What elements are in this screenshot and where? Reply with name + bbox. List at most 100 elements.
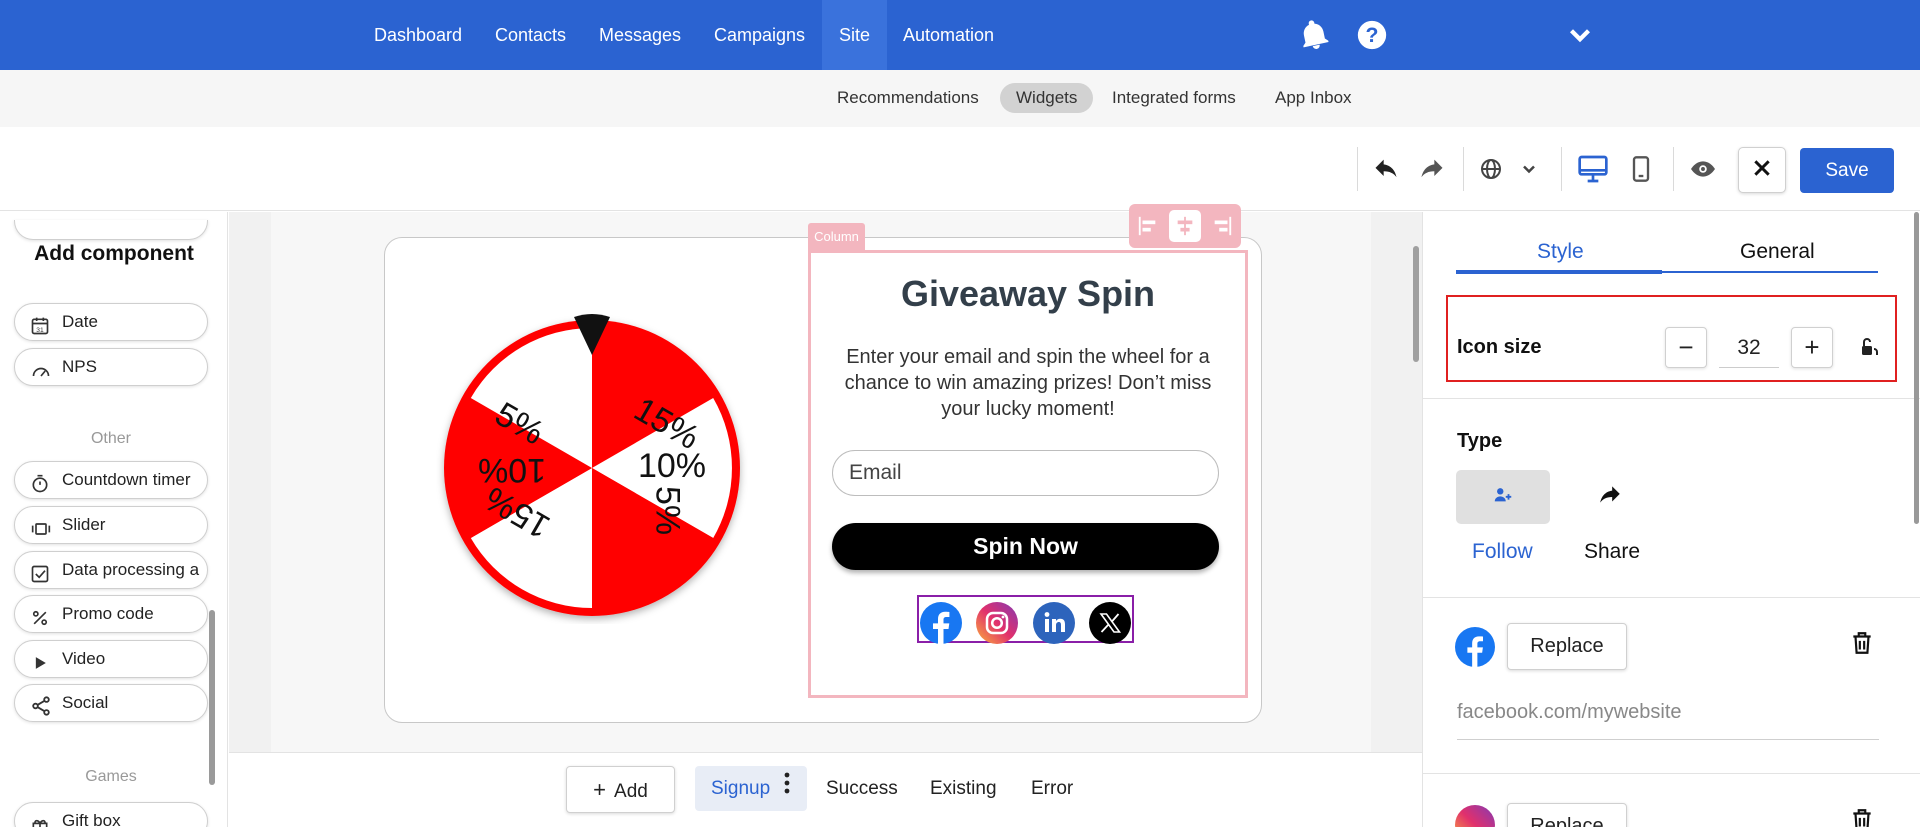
- toolbar-divider: [1561, 147, 1562, 191]
- toolbar-divider: [1463, 147, 1464, 191]
- bell-icon[interactable]: [1297, 18, 1331, 52]
- plus-icon: +: [593, 777, 607, 802]
- component-label: Date: [62, 312, 98, 331]
- desktop-icon[interactable]: [1573, 149, 1613, 189]
- tab-general[interactable]: General: [1740, 240, 1815, 264]
- component-label: NPS: [62, 357, 97, 376]
- subnav-app-inbox[interactable]: App Inbox: [1275, 83, 1352, 113]
- page-tab-error[interactable]: Error: [1031, 766, 1073, 811]
- page-tab-existing[interactable]: Existing: [930, 766, 997, 811]
- social-icons-block[interactable]: [917, 595, 1134, 644]
- component-gift-box[interactable]: Gift box: [14, 802, 208, 827]
- align-center-icon[interactable]: [1169, 210, 1201, 242]
- panel-title: Add component: [34, 242, 194, 265]
- icon-size-input[interactable]: 32: [1719, 327, 1779, 368]
- type-share-label[interactable]: Share: [1584, 540, 1640, 564]
- svg-text:?: ?: [1366, 23, 1379, 47]
- scrollbar[interactable]: [1914, 212, 1919, 524]
- section-divider: [1423, 597, 1920, 598]
- mobile-icon[interactable]: [1621, 149, 1661, 189]
- component-nps[interactable]: NPS: [14, 348, 208, 386]
- type-follow-label[interactable]: Follow: [1472, 540, 1533, 564]
- type-label: Type: [1457, 430, 1503, 452]
- add-page-label: Add: [614, 781, 648, 802]
- page-tab-label: Signup: [711, 778, 771, 799]
- popup-description[interactable]: Enter your email and spin the wheel for …: [832, 344, 1224, 422]
- close-icon: [1752, 158, 1772, 183]
- trash-icon[interactable]: [1849, 629, 1875, 657]
- component-slider[interactable]: Slider: [14, 506, 208, 544]
- save-button[interactable]: Save: [1800, 148, 1894, 193]
- replace-button[interactable]: Replace: [1507, 623, 1627, 670]
- component-label: Countdown timer: [62, 470, 191, 489]
- percent-icon: [30, 605, 50, 626]
- url-underline: [1457, 739, 1879, 740]
- checkbox-icon: [30, 561, 50, 583]
- component-label: Data processing a: [62, 560, 200, 579]
- facebook-icon[interactable]: [920, 602, 962, 644]
- nav-messages[interactable]: Messages: [599, 0, 681, 70]
- decrement-button[interactable]: −: [1665, 327, 1707, 368]
- top-navigation: Dashboard Contacts Messages Campaigns Si…: [0, 0, 1920, 70]
- type-follow-option[interactable]: [1456, 470, 1550, 524]
- section-divider: [1423, 773, 1920, 774]
- help-icon[interactable]: ?: [1355, 18, 1389, 52]
- chevron-down-icon[interactable]: [1563, 18, 1597, 52]
- instagram-icon[interactable]: [976, 602, 1018, 644]
- increment-button[interactable]: +: [1791, 327, 1833, 368]
- nav-site[interactable]: Site: [822, 0, 888, 70]
- kebab-menu-icon[interactable]: [783, 766, 791, 811]
- svg-text:31: 31: [36, 327, 44, 334]
- component-video[interactable]: Video: [14, 640, 208, 678]
- align-right-icon[interactable]: [1206, 210, 1238, 242]
- component-promo-code[interactable]: Promo code: [14, 595, 208, 633]
- facebook-icon: [1455, 627, 1495, 667]
- close-button[interactable]: [1738, 147, 1786, 193]
- nav-dashboard[interactable]: Dashboard: [374, 0, 462, 70]
- nav-automation[interactable]: Automation: [903, 0, 994, 70]
- component-social[interactable]: Social: [14, 684, 208, 722]
- column-tag[interactable]: Column: [808, 223, 865, 250]
- lock-ratio-icon[interactable]: [1858, 335, 1882, 359]
- component-data-processing[interactable]: Data processing a: [14, 551, 208, 589]
- align-left-icon[interactable]: [1132, 210, 1164, 242]
- page-tab-success[interactable]: Success: [826, 766, 898, 811]
- tab-style[interactable]: Style: [1537, 240, 1584, 264]
- nav-contacts[interactable]: Contacts: [495, 0, 566, 70]
- component-item-cutoff[interactable]: [14, 220, 208, 240]
- eye-icon[interactable]: [1683, 149, 1723, 189]
- subnav-recommendations[interactable]: Recommendations: [837, 83, 979, 113]
- page-tab-signup[interactable]: Signup: [695, 766, 808, 811]
- popup-title[interactable]: Giveaway Spin: [808, 273, 1248, 315]
- facebook-url-field[interactable]: facebook.com/mywebsite: [1457, 701, 1682, 724]
- scrollbar[interactable]: [209, 610, 215, 785]
- email-field[interactable]: Email: [832, 450, 1219, 496]
- component-label: Social: [62, 693, 109, 712]
- component-countdown-timer[interactable]: Countdown timer: [14, 461, 208, 499]
- chevron-down-icon[interactable]: [1509, 149, 1549, 189]
- undo-icon[interactable]: [1366, 149, 1406, 189]
- spin-wheel[interactable]: 5% 10% 15% 5% 10% 15%: [436, 312, 748, 624]
- component-label: Gift box: [62, 811, 121, 827]
- replace-button[interactable]: Replace: [1507, 803, 1627, 827]
- linkedin-icon[interactable]: [1033, 602, 1075, 644]
- type-share-option[interactable]: [1563, 470, 1657, 524]
- x-icon[interactable]: [1089, 602, 1131, 644]
- nav-campaigns[interactable]: Campaigns: [714, 0, 805, 70]
- component-panel: Add component 31 Date NPS Other Countdow…: [0, 212, 228, 827]
- sub-navigation: Recommendations Widgets Integrated forms…: [0, 70, 1920, 127]
- add-page-button[interactable]: + Add: [566, 766, 675, 813]
- gift-icon: [30, 812, 50, 827]
- component-label: Video: [62, 649, 106, 668]
- subnav-widgets[interactable]: Widgets: [1000, 83, 1094, 113]
- subnav-integrated-forms[interactable]: Integrated forms: [1112, 83, 1236, 113]
- toolbar-divider: [1357, 147, 1358, 191]
- redo-icon[interactable]: [1412, 149, 1452, 189]
- component-date[interactable]: 31 Date: [14, 303, 208, 341]
- spin-now-button[interactable]: Spin Now: [832, 523, 1219, 570]
- trash-icon[interactable]: [1849, 806, 1875, 827]
- globe-icon[interactable]: [1471, 149, 1511, 189]
- scrollbar[interactable]: [1413, 246, 1419, 362]
- wheel-label: 10%: [638, 447, 706, 485]
- share-arrow-icon: [1597, 482, 1623, 513]
